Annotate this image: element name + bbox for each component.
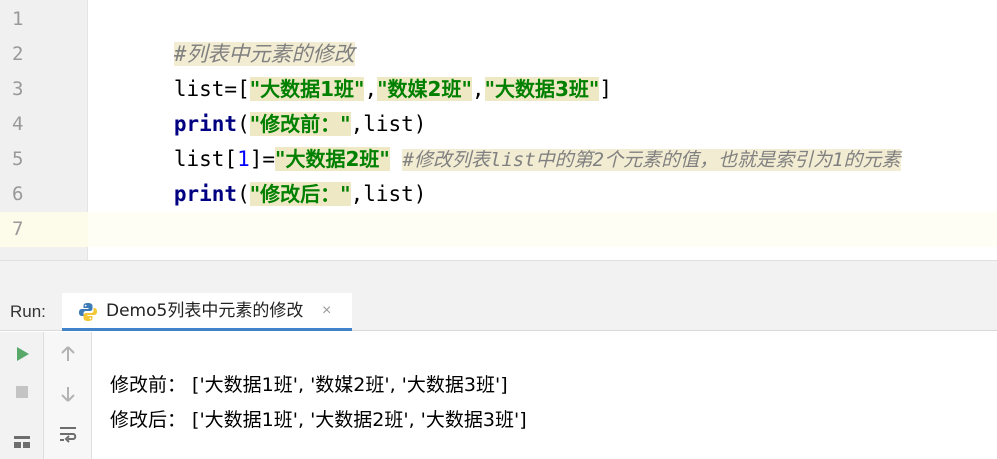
line-number-current: 7 — [12, 218, 24, 240]
code-comma: , — [471, 77, 485, 101]
run-button[interactable] — [8, 340, 36, 368]
code-area[interactable]: #列表中元素的修改 list=["大数据1班","数媒2班","大数据3班"] … — [88, 0, 997, 260]
soft-wrap-button[interactable] — [54, 420, 82, 448]
run-label: Run: — [10, 302, 46, 321]
run-toolbar-primary — [0, 332, 44, 459]
scroll-down-icon — [61, 387, 75, 402]
code-string: "修改后：" — [249, 182, 351, 206]
code-line-4[interactable]: list[1]="大数据2班" #修改列表list中的第2个元素的值，也就是索引… — [98, 107, 901, 171]
stop-button[interactable] — [8, 378, 36, 406]
run-tool-window: 修改前： ['大数据1班', '数媒2班', '大数据3班'] 修改后： ['大… — [0, 332, 997, 459]
line-number: 4 — [12, 113, 24, 135]
run-tab-title: Demo5列表中元素的修改 — [106, 301, 304, 321]
code-string: "大数据3班" — [484, 77, 600, 101]
run-tool-window-header: Run: Demo5列表中元素的修改 × — [0, 293, 997, 331]
soft-wrap-icon — [60, 427, 77, 443]
line-number: 3 — [12, 78, 24, 100]
code-bracket: ] — [599, 77, 612, 101]
code-comment: #修改列表list中的第2个元素的值，也就是索引为1的元素 — [402, 149, 901, 171]
close-icon[interactable]: × — [322, 293, 331, 329]
scroll-up-icon — [61, 346, 75, 361]
run-toolbar-secondary — [44, 332, 92, 459]
editor-scroll-strip[interactable] — [0, 260, 997, 293]
layout-icon — [14, 436, 30, 448]
run-tab[interactable]: Demo5列表中元素的修改 × — [62, 293, 352, 331]
code-keyword: print — [173, 182, 238, 206]
code-editor[interactable]: 1 2 3 4 5 6 7 #列表中元素的修改 list=["大数据1班","数… — [0, 0, 997, 260]
code-line-1[interactable]: #列表中元素的修改 — [98, 2, 355, 66]
stop-icon — [16, 386, 28, 398]
code-line-5[interactable]: print("修改后：",list) — [98, 142, 426, 206]
python-icon — [79, 303, 97, 321]
current-line-highlight — [88, 212, 997, 247]
line-number: 6 — [12, 183, 24, 205]
console-output-line: 修改前： ['大数据1班', '数媒2班', '大数据3班'] — [110, 374, 508, 396]
scroll-up-button[interactable] — [54, 340, 82, 368]
code-rest: ,list) — [350, 182, 427, 206]
run-icon — [17, 347, 29, 361]
scroll-down-button[interactable] — [54, 380, 82, 408]
line-number: 2 — [12, 43, 24, 65]
line-number: 5 — [12, 148, 24, 170]
code-paren: ( — [237, 182, 250, 206]
console-output-line: 修改后： ['大数据1班', '大数据2班', '大数据3班'] — [110, 409, 527, 431]
line-number: 1 — [12, 8, 24, 30]
code-line-3[interactable]: print("修改前：",list) — [98, 72, 426, 136]
layout-button[interactable] — [8, 427, 36, 455]
code-line-2[interactable]: list=["大数据1班","数媒2班","大数据3班"] — [98, 37, 612, 101]
